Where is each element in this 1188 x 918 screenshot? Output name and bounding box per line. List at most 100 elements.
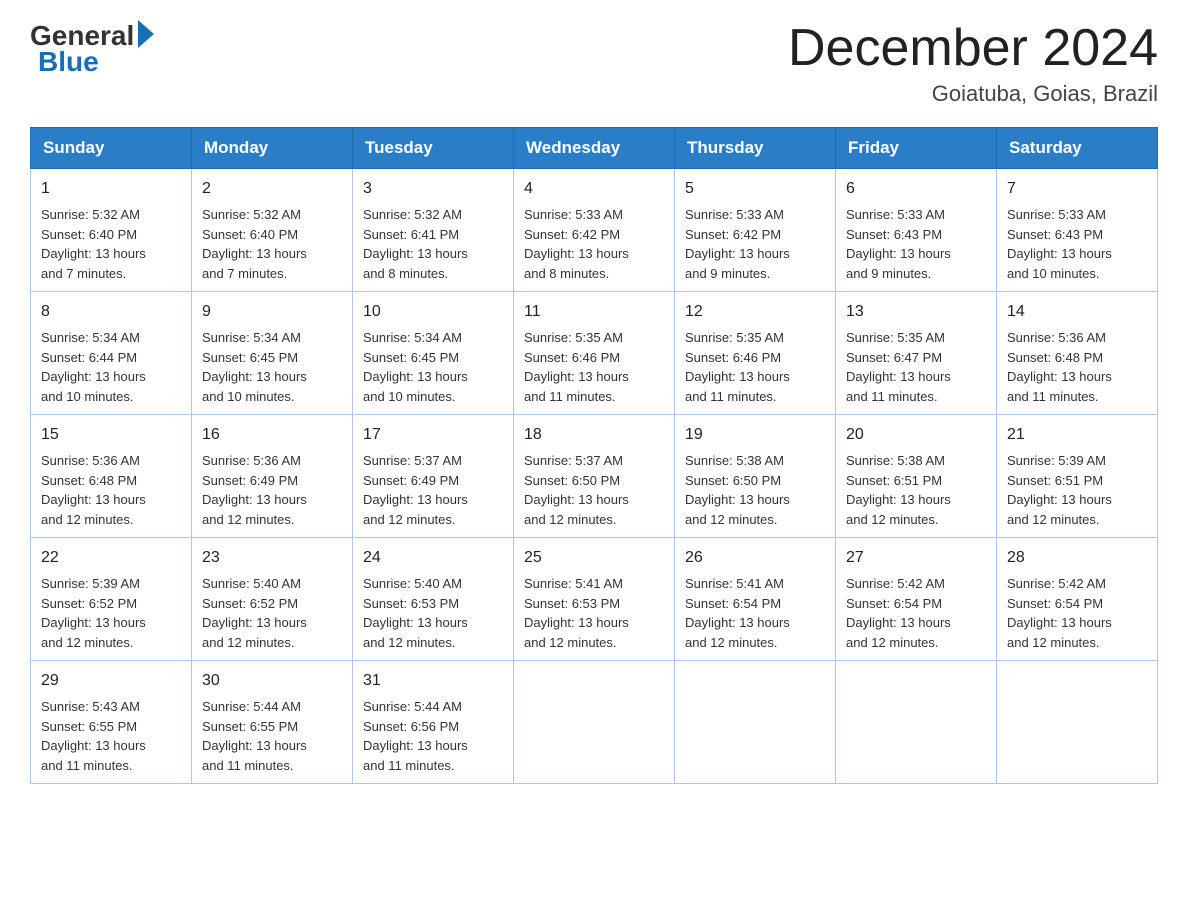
calendar-week-row: 1 Sunrise: 5:32 AM Sunset: 6:40 PM Dayli… bbox=[31, 169, 1158, 292]
calendar-cell: 29 Sunrise: 5:43 AM Sunset: 6:55 PM Dayl… bbox=[31, 661, 192, 784]
day-number: 24 bbox=[363, 546, 503, 570]
calendar-cell: 25 Sunrise: 5:41 AM Sunset: 6:53 PM Dayl… bbox=[514, 538, 675, 661]
day-info: Sunrise: 5:40 AM Sunset: 6:52 PM Dayligh… bbox=[202, 574, 342, 652]
day-number: 14 bbox=[1007, 300, 1147, 324]
day-number: 5 bbox=[685, 177, 825, 201]
day-info: Sunrise: 5:34 AM Sunset: 6:45 PM Dayligh… bbox=[363, 328, 503, 406]
column-header-sunday: Sunday bbox=[31, 128, 192, 169]
day-info: Sunrise: 5:35 AM Sunset: 6:47 PM Dayligh… bbox=[846, 328, 986, 406]
calendar-week-row: 29 Sunrise: 5:43 AM Sunset: 6:55 PM Dayl… bbox=[31, 661, 1158, 784]
day-number: 3 bbox=[363, 177, 503, 201]
calendar-cell: 26 Sunrise: 5:41 AM Sunset: 6:54 PM Dayl… bbox=[675, 538, 836, 661]
logo-arrow-icon bbox=[138, 20, 154, 48]
calendar-cell: 2 Sunrise: 5:32 AM Sunset: 6:40 PM Dayli… bbox=[192, 169, 353, 292]
day-info: Sunrise: 5:41 AM Sunset: 6:53 PM Dayligh… bbox=[524, 574, 664, 652]
calendar-cell: 5 Sunrise: 5:33 AM Sunset: 6:42 PM Dayli… bbox=[675, 169, 836, 292]
calendar-cell: 23 Sunrise: 5:40 AM Sunset: 6:52 PM Dayl… bbox=[192, 538, 353, 661]
calendar-header-row: SundayMondayTuesdayWednesdayThursdayFrid… bbox=[31, 128, 1158, 169]
calendar-cell: 10 Sunrise: 5:34 AM Sunset: 6:45 PM Dayl… bbox=[353, 292, 514, 415]
column-header-thursday: Thursday bbox=[675, 128, 836, 169]
calendar-cell bbox=[836, 661, 997, 784]
calendar-cell: 9 Sunrise: 5:34 AM Sunset: 6:45 PM Dayli… bbox=[192, 292, 353, 415]
column-header-wednesday: Wednesday bbox=[514, 128, 675, 169]
day-number: 16 bbox=[202, 423, 342, 447]
calendar-cell: 17 Sunrise: 5:37 AM Sunset: 6:49 PM Dayl… bbox=[353, 415, 514, 538]
day-info: Sunrise: 5:33 AM Sunset: 6:42 PM Dayligh… bbox=[524, 205, 664, 283]
day-number: 30 bbox=[202, 669, 342, 693]
day-number: 2 bbox=[202, 177, 342, 201]
calendar-cell: 16 Sunrise: 5:36 AM Sunset: 6:49 PM Dayl… bbox=[192, 415, 353, 538]
day-number: 8 bbox=[41, 300, 181, 324]
day-info: Sunrise: 5:41 AM Sunset: 6:54 PM Dayligh… bbox=[685, 574, 825, 652]
day-number: 4 bbox=[524, 177, 664, 201]
calendar-cell: 1 Sunrise: 5:32 AM Sunset: 6:40 PM Dayli… bbox=[31, 169, 192, 292]
day-info: Sunrise: 5:33 AM Sunset: 6:43 PM Dayligh… bbox=[846, 205, 986, 283]
day-number: 12 bbox=[685, 300, 825, 324]
day-info: Sunrise: 5:44 AM Sunset: 6:55 PM Dayligh… bbox=[202, 697, 342, 775]
day-info: Sunrise: 5:37 AM Sunset: 6:50 PM Dayligh… bbox=[524, 451, 664, 529]
day-number: 31 bbox=[363, 669, 503, 693]
calendar-cell: 6 Sunrise: 5:33 AM Sunset: 6:43 PM Dayli… bbox=[836, 169, 997, 292]
calendar-cell bbox=[675, 661, 836, 784]
column-header-tuesday: Tuesday bbox=[353, 128, 514, 169]
calendar-cell: 27 Sunrise: 5:42 AM Sunset: 6:54 PM Dayl… bbox=[836, 538, 997, 661]
column-header-saturday: Saturday bbox=[997, 128, 1158, 169]
calendar-cell: 19 Sunrise: 5:38 AM Sunset: 6:50 PM Dayl… bbox=[675, 415, 836, 538]
day-info: Sunrise: 5:35 AM Sunset: 6:46 PM Dayligh… bbox=[524, 328, 664, 406]
logo-blue-text: Blue bbox=[38, 46, 99, 78]
day-number: 18 bbox=[524, 423, 664, 447]
day-number: 27 bbox=[846, 546, 986, 570]
calendar-cell: 7 Sunrise: 5:33 AM Sunset: 6:43 PM Dayli… bbox=[997, 169, 1158, 292]
column-header-friday: Friday bbox=[836, 128, 997, 169]
day-info: Sunrise: 5:42 AM Sunset: 6:54 PM Dayligh… bbox=[1007, 574, 1147, 652]
location-subtitle: Goiatuba, Goias, Brazil bbox=[788, 81, 1158, 107]
calendar-table: SundayMondayTuesdayWednesdayThursdayFrid… bbox=[30, 127, 1158, 784]
calendar-cell: 31 Sunrise: 5:44 AM Sunset: 6:56 PM Dayl… bbox=[353, 661, 514, 784]
day-number: 21 bbox=[1007, 423, 1147, 447]
calendar-cell: 12 Sunrise: 5:35 AM Sunset: 6:46 PM Dayl… bbox=[675, 292, 836, 415]
day-number: 19 bbox=[685, 423, 825, 447]
day-number: 22 bbox=[41, 546, 181, 570]
day-info: Sunrise: 5:32 AM Sunset: 6:40 PM Dayligh… bbox=[202, 205, 342, 283]
calendar-cell: 30 Sunrise: 5:44 AM Sunset: 6:55 PM Dayl… bbox=[192, 661, 353, 784]
day-info: Sunrise: 5:39 AM Sunset: 6:51 PM Dayligh… bbox=[1007, 451, 1147, 529]
calendar-cell: 15 Sunrise: 5:36 AM Sunset: 6:48 PM Dayl… bbox=[31, 415, 192, 538]
day-info: Sunrise: 5:32 AM Sunset: 6:40 PM Dayligh… bbox=[41, 205, 181, 283]
day-number: 1 bbox=[41, 177, 181, 201]
day-info: Sunrise: 5:42 AM Sunset: 6:54 PM Dayligh… bbox=[846, 574, 986, 652]
day-number: 15 bbox=[41, 423, 181, 447]
day-info: Sunrise: 5:34 AM Sunset: 6:45 PM Dayligh… bbox=[202, 328, 342, 406]
day-number: 25 bbox=[524, 546, 664, 570]
day-number: 6 bbox=[846, 177, 986, 201]
day-number: 7 bbox=[1007, 177, 1147, 201]
column-header-monday: Monday bbox=[192, 128, 353, 169]
calendar-cell: 21 Sunrise: 5:39 AM Sunset: 6:51 PM Dayl… bbox=[997, 415, 1158, 538]
day-info: Sunrise: 5:40 AM Sunset: 6:53 PM Dayligh… bbox=[363, 574, 503, 652]
calendar-cell: 8 Sunrise: 5:34 AM Sunset: 6:44 PM Dayli… bbox=[31, 292, 192, 415]
day-number: 26 bbox=[685, 546, 825, 570]
calendar-cell: 18 Sunrise: 5:37 AM Sunset: 6:50 PM Dayl… bbox=[514, 415, 675, 538]
day-info: Sunrise: 5:37 AM Sunset: 6:49 PM Dayligh… bbox=[363, 451, 503, 529]
title-area: December 2024 Goiatuba, Goias, Brazil bbox=[788, 20, 1158, 107]
day-number: 28 bbox=[1007, 546, 1147, 570]
day-number: 11 bbox=[524, 300, 664, 324]
day-info: Sunrise: 5:36 AM Sunset: 6:48 PM Dayligh… bbox=[41, 451, 181, 529]
day-info: Sunrise: 5:33 AM Sunset: 6:43 PM Dayligh… bbox=[1007, 205, 1147, 283]
page-header: General Blue December 2024 Goiatuba, Goi… bbox=[30, 20, 1158, 107]
calendar-cell: 13 Sunrise: 5:35 AM Sunset: 6:47 PM Dayl… bbox=[836, 292, 997, 415]
day-info: Sunrise: 5:36 AM Sunset: 6:49 PM Dayligh… bbox=[202, 451, 342, 529]
calendar-cell: 14 Sunrise: 5:36 AM Sunset: 6:48 PM Dayl… bbox=[997, 292, 1158, 415]
day-info: Sunrise: 5:39 AM Sunset: 6:52 PM Dayligh… bbox=[41, 574, 181, 652]
day-number: 20 bbox=[846, 423, 986, 447]
calendar-cell: 11 Sunrise: 5:35 AM Sunset: 6:46 PM Dayl… bbox=[514, 292, 675, 415]
day-number: 9 bbox=[202, 300, 342, 324]
day-number: 10 bbox=[363, 300, 503, 324]
day-info: Sunrise: 5:38 AM Sunset: 6:51 PM Dayligh… bbox=[846, 451, 986, 529]
calendar-cell: 22 Sunrise: 5:39 AM Sunset: 6:52 PM Dayl… bbox=[31, 538, 192, 661]
calendar-week-row: 22 Sunrise: 5:39 AM Sunset: 6:52 PM Dayl… bbox=[31, 538, 1158, 661]
day-info: Sunrise: 5:33 AM Sunset: 6:42 PM Dayligh… bbox=[685, 205, 825, 283]
calendar-week-row: 8 Sunrise: 5:34 AM Sunset: 6:44 PM Dayli… bbox=[31, 292, 1158, 415]
day-number: 23 bbox=[202, 546, 342, 570]
calendar-week-row: 15 Sunrise: 5:36 AM Sunset: 6:48 PM Dayl… bbox=[31, 415, 1158, 538]
calendar-cell: 24 Sunrise: 5:40 AM Sunset: 6:53 PM Dayl… bbox=[353, 538, 514, 661]
